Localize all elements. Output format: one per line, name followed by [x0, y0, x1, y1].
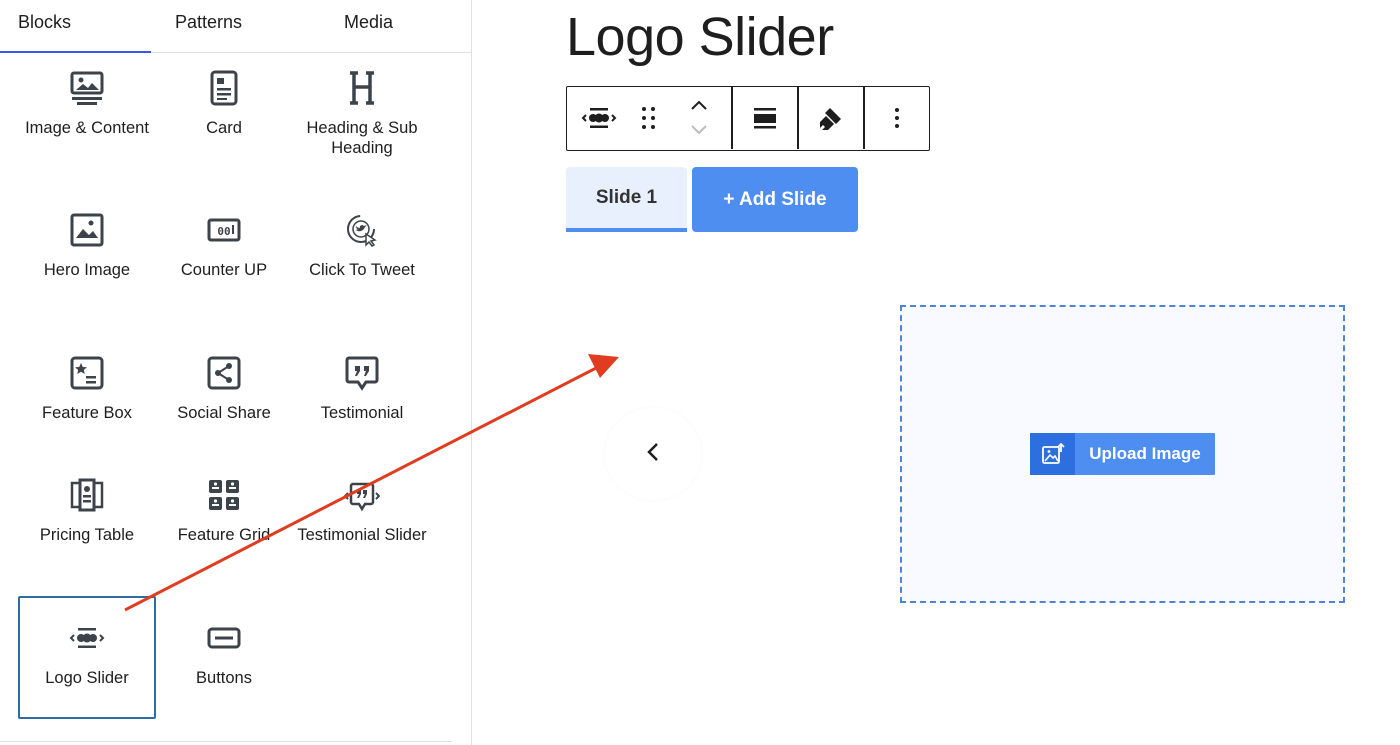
tab-patterns[interactable]: Patterns: [151, 0, 266, 53]
image-upload-icon: [1030, 433, 1075, 475]
block-label: Card: [206, 119, 242, 137]
testimonial-slider-icon: [344, 477, 380, 513]
slide-tab[interactable]: Slide 1: [566, 167, 687, 232]
block-testimonial-slider[interactable]: Testimonial Slider: [293, 477, 431, 545]
block-heading-subheading[interactable]: Heading & Sub Heading: [293, 70, 431, 158]
block-label: Testimonial Slider: [297, 526, 427, 544]
drag-handle-button[interactable]: [633, 87, 665, 149]
block-label: Click To Tweet: [309, 261, 415, 279]
tweet-icon: [344, 212, 380, 248]
block-click-to-tweet[interactable]: Click To Tweet: [293, 212, 431, 280]
logo-slider-icon: [581, 100, 617, 136]
slider-prev-button[interactable]: [605, 408, 701, 500]
testimonial-icon: [344, 355, 380, 391]
feature-grid-icon: [206, 477, 242, 513]
block-label: Feature Grid: [177, 526, 271, 544]
divider: [0, 741, 452, 742]
block-label: Counter UP: [180, 261, 268, 279]
block-pricing-table[interactable]: Pricing Table: [18, 477, 156, 545]
block-social-share[interactable]: Social Share: [155, 355, 293, 423]
drag-handle-icon: [639, 104, 659, 132]
block-label: Testimonial: [320, 404, 404, 422]
move-up-down-button[interactable]: [679, 87, 719, 149]
card-icon: [206, 70, 242, 106]
block-label: Social Share: [177, 404, 271, 422]
share-icon: [206, 355, 242, 391]
move-up-down-icon: [687, 96, 711, 140]
logo-slider-icon: [69, 620, 105, 656]
style-brush-button[interactable]: [799, 87, 863, 149]
block-feature-grid[interactable]: Feature Grid: [155, 477, 293, 545]
block-image-content[interactable]: Image & Content: [18, 70, 156, 138]
page-title: Logo Slider: [566, 7, 834, 67]
counter-icon: 00: [206, 212, 242, 248]
block-label: Heading & Sub Heading: [306, 119, 418, 157]
block-label: Pricing Table: [39, 526, 135, 544]
block-label: Buttons: [196, 669, 252, 687]
block-label: Feature Box: [42, 404, 132, 422]
image-content-icon: [69, 70, 105, 106]
feature-box-icon: [69, 355, 105, 391]
heading-icon: [344, 70, 380, 106]
block-inserter-panel: Blocks Patterns Media Image & Content Ca…: [0, 0, 472, 745]
block-hero-image[interactable]: Hero Image: [18, 212, 156, 280]
block-card[interactable]: Card: [155, 70, 293, 138]
align-icon: [753, 106, 777, 130]
block-label: Logo Slider: [45, 669, 129, 687]
hero-image-icon: [69, 212, 105, 248]
more-options-icon: [893, 106, 901, 130]
upload-image-button[interactable]: Upload Image: [1030, 433, 1215, 475]
block-label: Hero Image: [43, 261, 131, 279]
svg-text:00: 00: [217, 225, 230, 238]
chevron-left-icon: [645, 440, 661, 469]
more-options-button[interactable]: [865, 87, 929, 149]
add-slide-button[interactable]: + Add Slide: [692, 167, 858, 232]
align-button[interactable]: [733, 87, 797, 149]
pricing-table-icon: [69, 477, 105, 513]
block-testimonial[interactable]: Testimonial: [293, 355, 431, 423]
tab-media[interactable]: Media: [296, 0, 441, 53]
block-logo-slider[interactable]: Logo Slider: [18, 596, 156, 719]
upload-image-label: Upload Image: [1089, 444, 1201, 463]
logo-slider-toolbar-button[interactable]: [579, 87, 619, 149]
tab-blocks[interactable]: Blocks: [0, 0, 151, 53]
inserter-tabs: Blocks Patterns Media: [0, 0, 472, 53]
block-counter-up[interactable]: 00 Counter UP: [155, 212, 293, 280]
buttons-icon: [206, 620, 242, 656]
block-toolbar: [566, 86, 930, 151]
style-brush-icon: [817, 104, 845, 132]
block-buttons[interactable]: Buttons: [155, 620, 293, 688]
block-label: Image & Content: [25, 119, 149, 137]
block-feature-box[interactable]: Feature Box: [18, 355, 156, 423]
